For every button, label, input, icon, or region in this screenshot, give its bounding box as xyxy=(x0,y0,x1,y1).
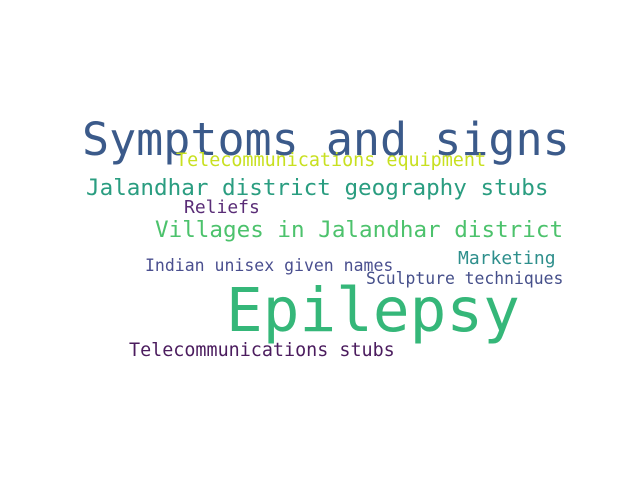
word-villages-in-jalandhar-district: Villages in Jalandhar district xyxy=(155,217,564,243)
word-telecommunications-stubs: Telecommunications stubs xyxy=(129,340,395,361)
word-telecommunications-equipment: Telecommunications equipment xyxy=(176,150,487,171)
word-marketing: Marketing xyxy=(458,248,556,269)
word-jalandhar-district-geography-stubs: Jalandhar district geography stubs xyxy=(86,175,549,201)
word-reliefs: Reliefs xyxy=(184,197,260,218)
word-indian-unisex-given-names: Indian unisex given names xyxy=(145,256,394,275)
word-epilepsy: Epilepsy xyxy=(226,275,520,346)
